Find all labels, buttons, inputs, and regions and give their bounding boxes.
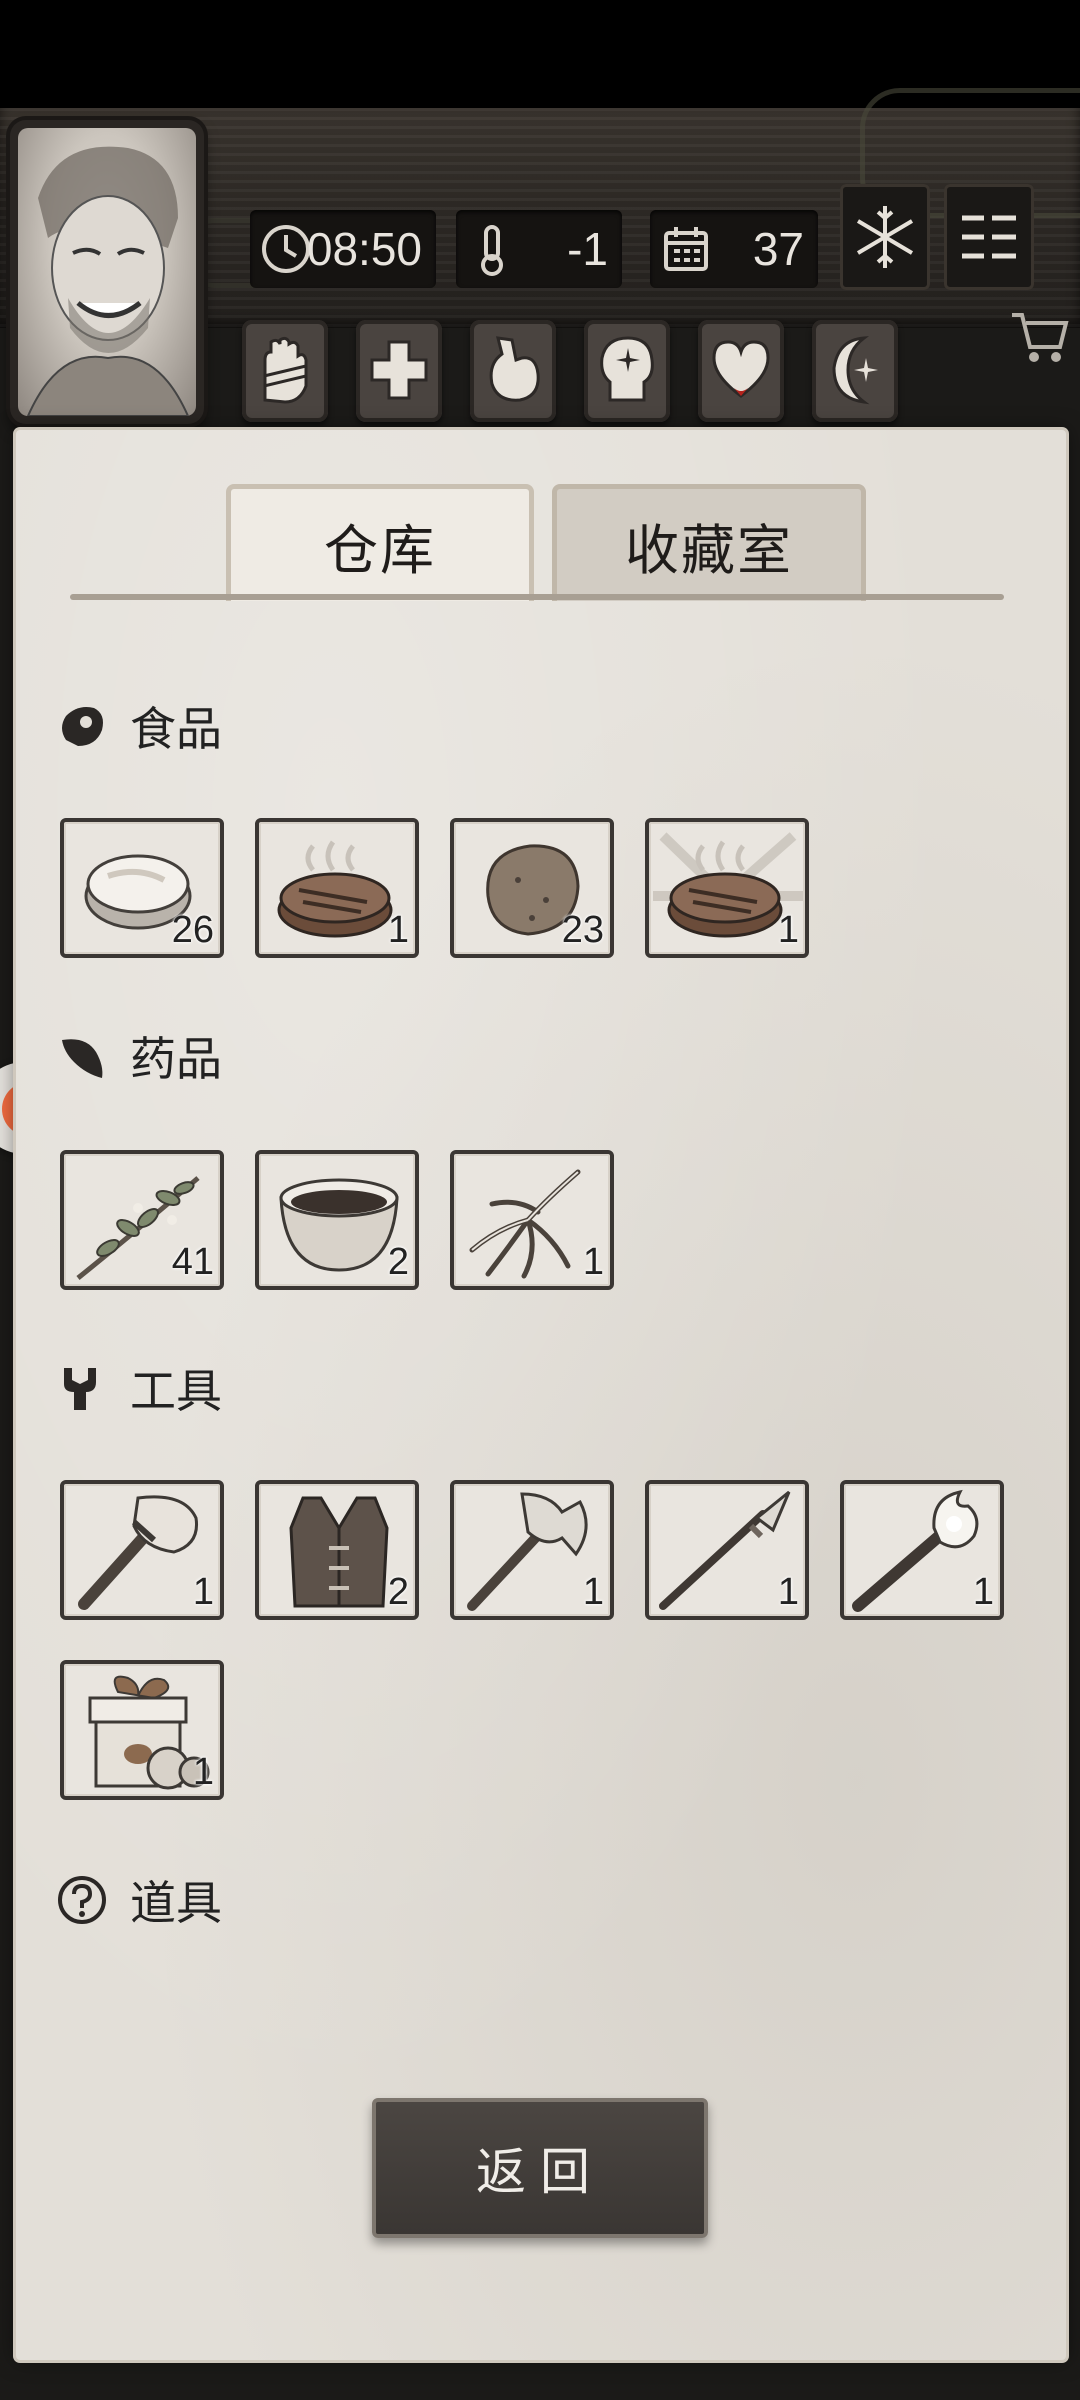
section-food-title: 食品 — [130, 703, 222, 755]
section-props-title: 道具 — [130, 1877, 222, 1929]
medical-cross-icon — [370, 340, 428, 400]
item-count: 23 — [561, 909, 604, 951]
calendar-icon — [664, 227, 708, 271]
tab-hunger[interactable] — [470, 320, 556, 422]
item-count: 1 — [387, 909, 409, 951]
character-portrait[interactable] — [10, 120, 204, 424]
time-display: 08:50 — [250, 210, 436, 288]
item-count: 1 — [777, 909, 799, 951]
temperature-display: -1 — [456, 210, 622, 288]
inventory-slot-spear[interactable]: 1 — [645, 1480, 809, 1620]
tab-underline — [70, 594, 1004, 600]
shop-cart-icon[interactable] — [1008, 305, 1072, 369]
tab-collection[interactable]: 收藏室 — [552, 484, 866, 601]
question-circle-icon — [58, 1876, 106, 1924]
menu-button[interactable] — [944, 184, 1034, 290]
hand-bandage-icon — [263, 336, 308, 404]
inventory-slot-leather-vest[interactable]: 2 — [255, 1480, 419, 1620]
tab-mood[interactable] — [698, 320, 784, 422]
heart-icon — [712, 340, 770, 398]
item-count: 1 — [582, 1571, 604, 1613]
section-food-header: 食品 — [56, 696, 222, 756]
item-count: 1 — [192, 1751, 214, 1793]
back-button[interactable]: 返回 — [372, 2098, 708, 2238]
mind-icon — [600, 336, 654, 402]
moon-icon — [832, 336, 878, 405]
day-value: 37 — [752, 223, 804, 275]
inventory-slot-medicine-bowl[interactable]: 2 — [255, 1150, 419, 1290]
tab-warehouse[interactable]: 仓库 — [226, 484, 534, 601]
inventory-slot-ginseng[interactable]: 1 — [450, 1150, 614, 1290]
inventory-slot-grilled-steak[interactable]: 1 — [645, 818, 809, 958]
item-count: 2 — [387, 1241, 409, 1283]
item-count: 1 — [972, 1571, 994, 1613]
tab-health[interactable] — [356, 320, 442, 422]
inventory-slot-torch[interactable]: 1 — [840, 1480, 1004, 1620]
inventory-slot-potato[interactable]: 23 — [450, 818, 614, 958]
weather-button[interactable] — [840, 184, 930, 290]
day-display: 37 — [650, 210, 818, 288]
inventory-slot-cooked-steak[interactable]: 1 — [255, 818, 419, 958]
section-tools-title: 工具 — [130, 1365, 222, 1417]
thermometer-icon — [481, 225, 503, 276]
menu-icon — [962, 215, 1016, 259]
item-count: 26 — [171, 909, 214, 951]
inventory-slot-axe[interactable]: 1 — [450, 1480, 614, 1620]
item-count: 1 — [777, 1571, 799, 1613]
section-props-header: 道具 — [56, 1870, 222, 1930]
temperature-value: -1 — [567, 223, 608, 275]
item-count: 1 — [192, 1571, 214, 1613]
item-count: 41 — [171, 1241, 214, 1283]
inventory-slot-stone-hammer[interactable]: 1 — [60, 1480, 224, 1620]
inventory-slot-herb[interactable]: 41 — [60, 1150, 224, 1290]
item-count: 1 — [582, 1241, 604, 1283]
section-tools-header: 工具 — [56, 1358, 222, 1418]
time-value: 08:50 — [306, 223, 422, 275]
section-medicine-header: 药品 — [56, 1026, 222, 1086]
wrench-icon — [64, 1368, 96, 1410]
meat-icon — [62, 707, 103, 746]
avatar — [18, 128, 196, 416]
leaf-icon — [62, 1039, 103, 1078]
tab-sleep[interactable] — [812, 320, 898, 422]
section-medicine-title: 药品 — [130, 1033, 222, 1085]
snowflake-icon — [856, 206, 914, 268]
inventory-slot-gift-box[interactable]: 1 — [60, 1660, 224, 1800]
item-count: 2 — [387, 1571, 409, 1613]
inventory-slot-raw-meat[interactable]: 26 — [60, 818, 224, 958]
tab-mind[interactable] — [584, 320, 670, 422]
tab-bandage[interactable] — [242, 320, 328, 422]
stomach-icon — [489, 336, 540, 402]
clock-icon — [262, 225, 310, 273]
